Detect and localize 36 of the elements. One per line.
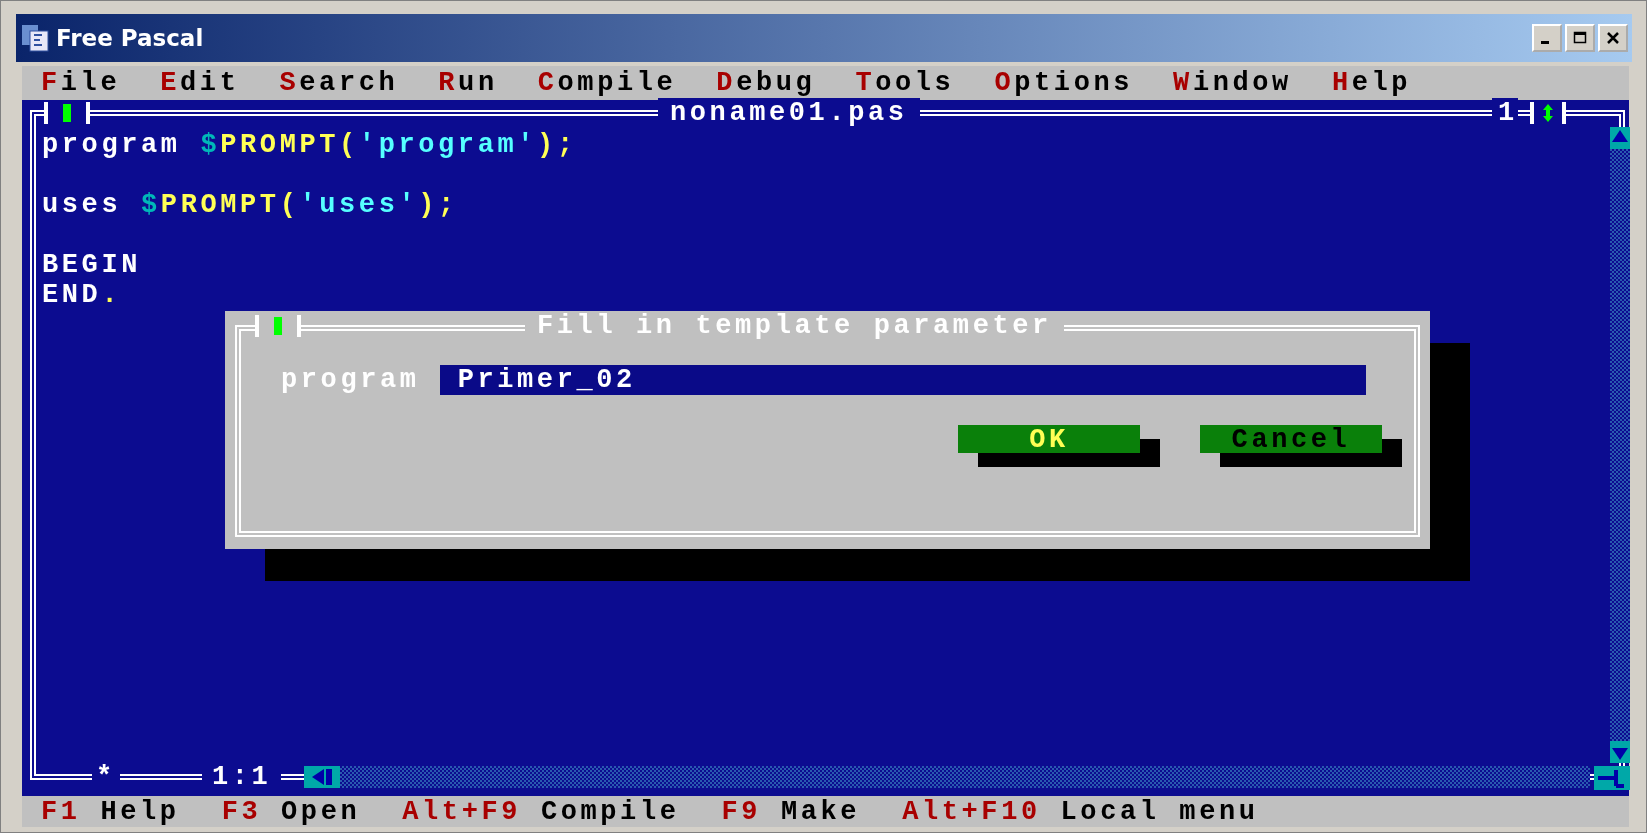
menu-item[interactable]: Search — [279, 68, 399, 98]
code-line: END. — [42, 280, 123, 310]
maximize-button[interactable] — [1565, 24, 1595, 52]
menu-item[interactable]: File — [41, 68, 121, 98]
dialog-title: Fill in template parameter — [525, 311, 1064, 341]
editor-title: noname01.pas — [658, 98, 920, 128]
close-icon — [1606, 31, 1620, 45]
horizontal-scrollbar[interactable] — [304, 766, 1590, 788]
resize-icon[interactable] — [1594, 766, 1630, 790]
zoom-icon[interactable] — [1530, 102, 1566, 124]
menu-item[interactable]: Run — [438, 68, 498, 98]
maximize-icon — [1573, 31, 1587, 45]
close-button[interactable] — [1598, 24, 1628, 52]
code-line: uses $PROMPT('uses'); — [42, 190, 459, 220]
status-hint[interactable]: Alt+F10 Local menu — [902, 796, 1259, 827]
menu-item[interactable]: Debug — [716, 68, 816, 98]
menu-item[interactable]: Options — [994, 68, 1134, 98]
window-title: Free Pascal — [56, 25, 204, 51]
minimize-icon — [1541, 40, 1549, 44]
input-field[interactable]: Primer_02 — [439, 365, 1366, 395]
status-hint[interactable]: Alt+F9 Compile — [402, 796, 680, 827]
menu-item[interactable]: Help — [1331, 68, 1412, 98]
menu-item[interactable]: Tools — [855, 68, 955, 98]
status-hint[interactable]: F3 Open — [221, 796, 361, 827]
menu-item[interactable]: Compile — [537, 68, 677, 98]
app-icon — [20, 23, 50, 53]
code-line: BEGIN — [42, 250, 142, 280]
menu-item[interactable]: Window — [1173, 68, 1292, 98]
status-hint[interactable]: F9 Make — [721, 796, 861, 827]
minimize-button[interactable] — [1532, 24, 1562, 52]
menu-item[interactable]: Edit — [160, 68, 240, 98]
close-icon[interactable] — [44, 102, 90, 124]
vertical-scrollbar[interactable] — [1610, 127, 1630, 763]
status-hint[interactable]: F1 Help — [41, 796, 180, 827]
field-label: program — [281, 365, 420, 395]
code-line: program $PROMPT('program'); — [42, 130, 578, 160]
